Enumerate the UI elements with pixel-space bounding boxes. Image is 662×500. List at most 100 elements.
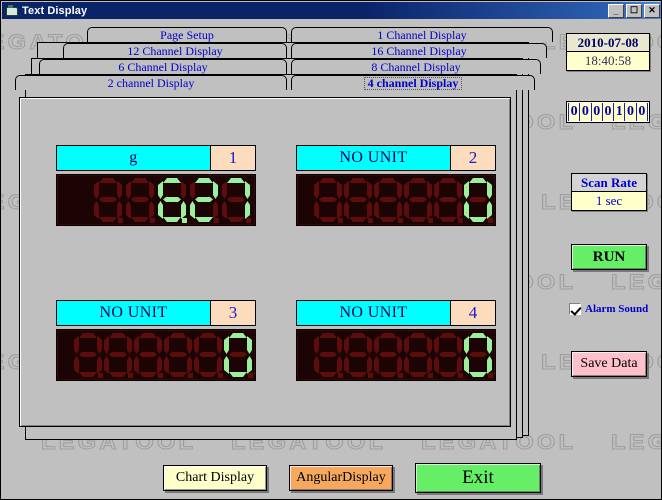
segment-g — [469, 352, 487, 357]
segment-e — [374, 356, 379, 374]
segment-b — [127, 336, 132, 354]
segment-b — [427, 336, 432, 354]
maximize-button[interactable]: ☐ — [626, 3, 642, 18]
minimize-button[interactable]: _ — [608, 3, 624, 18]
tab-page-setup[interactable]: Page Setup — [87, 27, 287, 42]
segment-a — [163, 178, 181, 183]
segment-e — [404, 356, 409, 374]
counter-digit: 0 — [568, 103, 581, 121]
segment-e — [134, 356, 139, 374]
tab-2-channel-display[interactable]: 2 channel Display — [15, 75, 287, 90]
channel-4-value-display — [296, 329, 496, 381]
segment-d — [349, 217, 367, 222]
segment-g — [319, 197, 337, 202]
time-value: 18:40:58 — [567, 52, 649, 70]
channel-2: NO UNIT 2 — [296, 145, 496, 226]
segment-a — [409, 333, 427, 338]
segment-d — [195, 217, 213, 222]
segment-e — [74, 356, 79, 374]
segment-a — [139, 333, 157, 338]
segment-a — [131, 178, 149, 183]
tab-16-channel-display[interactable]: 16 Channel Display — [291, 43, 547, 58]
segment-g — [349, 197, 367, 202]
segment-e — [164, 356, 169, 374]
segment-d — [379, 372, 397, 377]
segment-c — [213, 201, 218, 219]
segment-c — [397, 201, 402, 219]
channel-3-unit-label[interactable]: NO UNIT — [57, 301, 211, 325]
tab-4-channel-display[interactable]: 4 channel Display — [291, 75, 535, 90]
segment-b — [397, 181, 402, 199]
segment-a — [199, 333, 217, 338]
tab-label: 1 Channel Display — [377, 27, 467, 42]
alarm-sound-row[interactable]: Alarm Sound — [569, 301, 653, 316]
decimal-point — [248, 373, 253, 378]
segment-c — [337, 356, 342, 374]
tab-strip: Page Setup 1 Channel Display 12 Channel Di… — [15, 27, 553, 97]
segment-f — [194, 336, 199, 354]
segment-b — [181, 181, 186, 199]
seven-segment-digit — [403, 178, 433, 223]
tab-6-channel-display[interactable]: 6 Channel Display — [39, 59, 287, 74]
segment-g — [227, 197, 245, 202]
channel-2-value-display — [296, 174, 496, 226]
segment-f — [464, 336, 469, 354]
segment-g — [169, 352, 187, 357]
channel-4-unit-label[interactable]: NO UNIT — [297, 301, 451, 325]
watermark-text: LEGATOOL — [610, 431, 661, 455]
segment-g — [319, 352, 337, 357]
segment-b — [187, 336, 192, 354]
tab-1-channel-display[interactable]: 1 Channel Display — [291, 27, 553, 42]
close-icon: ✕ — [648, 5, 656, 15]
seven-segment-digit — [125, 178, 155, 223]
angular-display-button[interactable]: AngularDisplay — [289, 465, 393, 491]
segment-g — [131, 197, 149, 202]
segment-d — [469, 372, 487, 377]
segment-e — [194, 356, 199, 374]
channel-2-unit-label[interactable]: NO UNIT — [297, 146, 451, 170]
close-button[interactable]: ✕ — [644, 3, 660, 18]
seven-segment-digit — [103, 333, 133, 378]
segment-a — [79, 333, 97, 338]
segment-e — [464, 201, 469, 219]
seven-segment-digit — [433, 333, 463, 378]
segment-c — [367, 356, 372, 374]
segment-f — [104, 336, 109, 354]
segment-c — [457, 201, 462, 219]
channel-1-value-display — [56, 174, 256, 226]
tab-label: 4 channel Display — [363, 76, 463, 90]
seven-segment-digit — [373, 333, 403, 378]
channel-3: NO UNIT 3 — [56, 300, 256, 381]
segment-g — [409, 197, 427, 202]
segment-b — [367, 336, 372, 354]
segment-a — [349, 178, 367, 183]
seven-segment-digit — [403, 333, 433, 378]
scan-rate-label: Scan Rate — [572, 174, 646, 192]
channel-2-number: 2 — [451, 146, 495, 170]
segment-c — [187, 356, 192, 374]
exit-button[interactable]: Exit — [415, 463, 541, 493]
segment-d — [439, 217, 457, 222]
run-button[interactable]: RUN — [571, 244, 647, 270]
seven-segment-digit — [73, 333, 103, 378]
channel-2-header: NO UNIT 2 — [296, 145, 496, 171]
decimal-point — [214, 218, 219, 223]
segment-f — [74, 336, 79, 354]
chart-display-button[interactable]: Chart Display — [163, 465, 267, 491]
scan-rate-value[interactable]: 1 sec — [572, 192, 646, 210]
segment-b — [487, 181, 492, 199]
alarm-sound-checkbox[interactable] — [569, 302, 581, 315]
channel-1-unit-label[interactable]: g — [57, 146, 211, 170]
segment-b — [367, 181, 372, 199]
counter-digit: 0 — [591, 103, 603, 121]
segment-g — [195, 197, 213, 202]
app-icon — [5, 4, 18, 17]
save-data-button[interactable]: Save Data — [571, 351, 647, 377]
tab-8-channel-display[interactable]: 8 Channel Display — [291, 59, 541, 74]
segment-g — [469, 197, 487, 202]
segment-c — [487, 201, 492, 219]
tab-12-channel-display[interactable]: 12 Channel Display — [63, 43, 287, 58]
segment-c — [149, 201, 154, 219]
segment-f — [344, 181, 349, 199]
channel-4-number: 4 — [451, 301, 495, 325]
